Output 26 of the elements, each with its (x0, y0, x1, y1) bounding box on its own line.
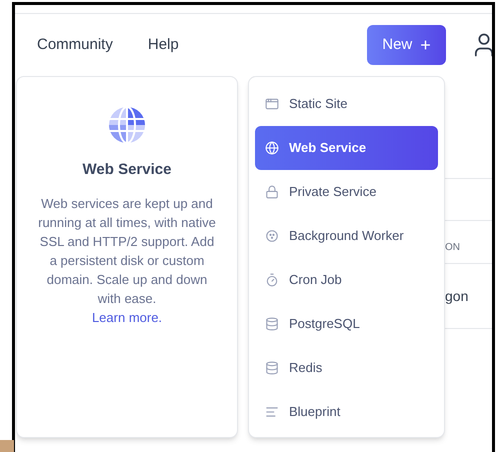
corner-fragment (0, 440, 14, 452)
nav-link[interactable]: Help (148, 34, 179, 56)
nav-link[interactable]: Community (37, 34, 113, 56)
detail-description: Web services are kept up and running at all times, with native SSL and HTTP/2 support. Add a persistent disk or custom domain. Scale up and down with ease. (37, 194, 217, 308)
menu-item[interactable]: PostgreSQL (255, 302, 438, 346)
menu-item[interactable]: Private Service (255, 170, 438, 214)
window-icon (265, 97, 279, 111)
menu-item[interactable]: Cron Job (255, 258, 438, 302)
menu-item[interactable]: Background Worker (255, 214, 438, 258)
menu-item[interactable]: Blueprint (255, 390, 438, 434)
detail-title: Web Service (82, 160, 172, 180)
database-icon (265, 317, 279, 331)
globe-icon (265, 141, 279, 155)
menu-item[interactable]: Static Site (255, 82, 438, 126)
globe-icon (107, 105, 147, 145)
menu-item[interactable]: Redis (255, 346, 438, 390)
table-cell-text: gon (445, 286, 468, 306)
timer-icon (265, 273, 279, 287)
database-icon (265, 361, 279, 375)
learn-more-link[interactable]: Learn more. (92, 308, 162, 326)
lines-icon (265, 405, 279, 419)
menu-item[interactable]: Web Service (255, 126, 438, 170)
lock-icon (265, 185, 279, 199)
column-header: ON (445, 241, 460, 255)
new-button[interactable]: New + (367, 25, 446, 65)
dotted-circle-icon (265, 229, 279, 243)
